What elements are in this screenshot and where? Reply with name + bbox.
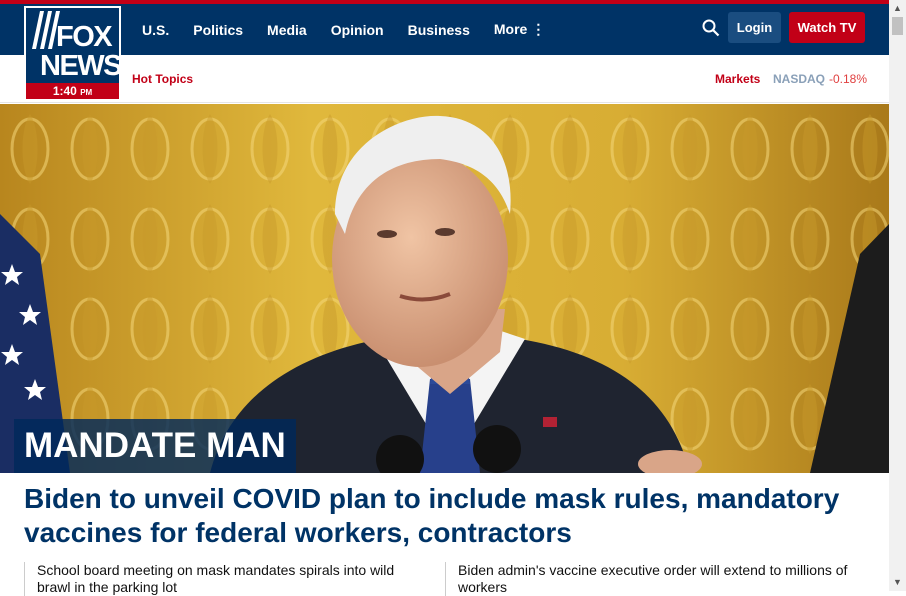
vertical-scrollbar[interactable]: ▲ ▼ bbox=[889, 0, 906, 591]
hero-kicker[interactable]: MANDATE MAN bbox=[14, 419, 296, 473]
markets-link[interactable]: Markets bbox=[715, 72, 760, 86]
watch-tv-button[interactable]: Watch TV bbox=[789, 12, 865, 43]
nav-more[interactable]: More ⋮ bbox=[494, 21, 545, 38]
logo-clock: 1:40 PM bbox=[26, 83, 119, 99]
nav-more-label: More bbox=[493, 21, 528, 37]
login-button[interactable]: Login bbox=[728, 12, 781, 43]
hero-photo-illustration bbox=[0, 104, 889, 473]
logo-news-text: NEWS bbox=[40, 50, 123, 82]
nav-us[interactable]: U.S. bbox=[142, 22, 169, 38]
hero-headline[interactable]: Biden to unveil COVID plan to include ma… bbox=[24, 482, 874, 550]
hot-topics-link[interactable]: Hot Topics bbox=[132, 72, 193, 86]
nav-opinion[interactable]: Opinion bbox=[331, 22, 384, 38]
scroll-up-arrow-icon[interactable]: ▲ bbox=[889, 0, 906, 17]
logo-fox-text: FOX bbox=[56, 21, 113, 53]
hero-image[interactable] bbox=[0, 104, 889, 473]
nav-politics[interactable]: Politics bbox=[193, 22, 243, 38]
fox-news-logo[interactable]: FOX NEWS 1:40 PM bbox=[24, 6, 123, 101]
nav-business[interactable]: Business bbox=[408, 22, 470, 38]
primary-nav: U.S. Politics Media Opinion Business Mor… bbox=[142, 4, 569, 55]
vertical-dots-icon: ⋮ bbox=[531, 21, 546, 37]
search-icon[interactable] bbox=[702, 19, 720, 37]
nasdaq-label: NASDAQ bbox=[773, 72, 826, 86]
nav-media[interactable]: Media bbox=[267, 22, 307, 38]
nasdaq-change: -0.18% bbox=[829, 72, 868, 86]
scroll-down-arrow-icon[interactable]: ▼ bbox=[889, 574, 906, 591]
clock-time: 1:40 bbox=[52, 84, 77, 98]
scrollbar-thumb[interactable] bbox=[892, 17, 903, 35]
clock-ampm: PM bbox=[80, 88, 93, 97]
